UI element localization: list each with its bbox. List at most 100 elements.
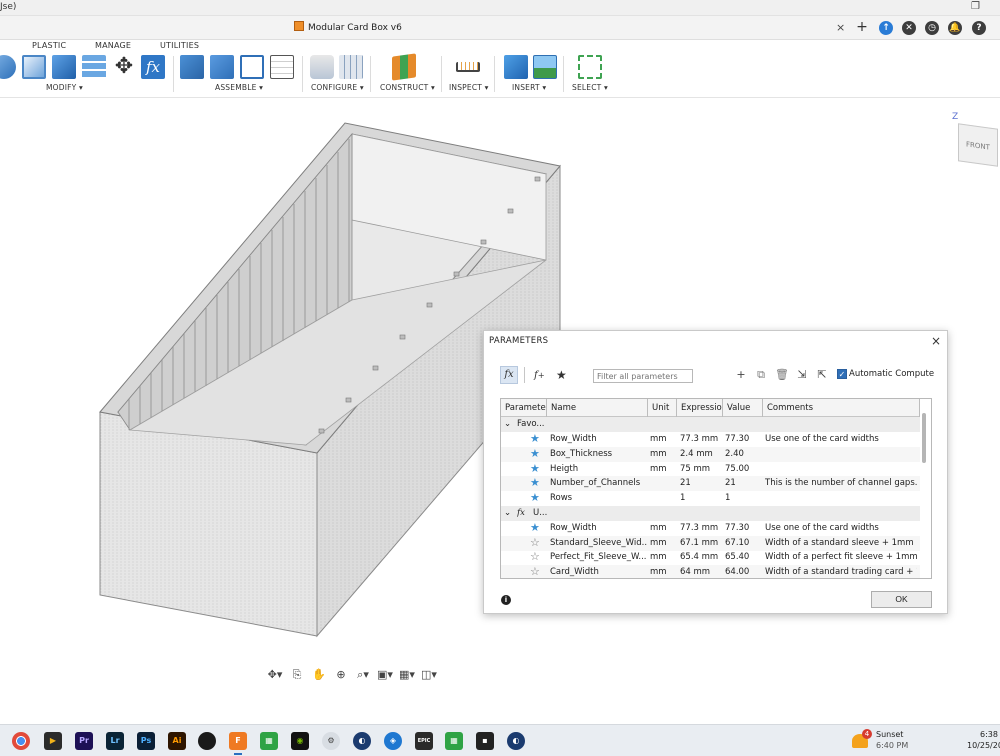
premiere-icon[interactable]: Pr [75,732,93,750]
table-row[interactable]: ★ Row_Width mm 77.3 mm 77.30 Use one of … [501,521,920,536]
param-comment[interactable]: Width of a standard sleeve + 1mm [765,536,917,551]
column-header-parameter[interactable]: Parameter [501,399,547,417]
joint-icon[interactable] [210,55,234,79]
look-at-icon[interactable]: ⎘ [288,668,306,682]
extensions-icon[interactable]: ✕ [902,21,916,35]
table-row[interactable]: ☆ Card_Width mm 64 mm 64.00 Width of a s… [501,565,920,578]
filter-parameters-input[interactable] [593,369,693,383]
param-expression[interactable]: 2.4 mm [680,447,713,462]
configure-menu[interactable]: CONFIGURE ▾ [311,83,364,92]
shell-icon[interactable] [52,55,76,79]
table-row[interactable]: ☆ Standard_Sleeve_Wid... mm 67.1 mm 67.1… [501,536,920,551]
param-expression[interactable]: 75 mm [680,462,710,477]
column-header-value[interactable]: Value [723,399,763,417]
clock-time[interactable]: 6:38 [980,730,998,739]
joint-origin-icon[interactable] [270,55,294,79]
app-green-2-icon[interactable]: ▦ [445,732,463,750]
combine-icon[interactable] [82,55,106,79]
assemble-menu[interactable]: ASSEMBLE ▾ [215,83,263,92]
unfavorite-star-icon[interactable]: ☆ [530,565,540,578]
export-parameters-icon[interactable]: ⇲ [795,366,809,384]
table-row[interactable]: ★ Heigth mm 75 mm 75.00 [501,462,920,477]
photoshop-icon[interactable]: Ps [137,732,155,750]
column-header-comments[interactable]: Comments [763,399,920,417]
chrome-icon[interactable] [12,732,30,750]
copy-parameter-icon[interactable]: ⧉ [754,366,768,384]
column-header-name[interactable]: Name [547,399,648,417]
unfavorite-star-icon[interactable]: ☆ [530,550,540,565]
insert-derive-icon[interactable] [504,55,528,79]
favorite-star-icon[interactable]: ★ [530,476,540,491]
as-built-joint-icon[interactable] [240,55,264,79]
view-cube[interactable]: Z FRONT [948,112,1000,172]
epic-games-icon[interactable]: EPIC [415,732,433,750]
inspect-menu[interactable]: INSPECT ▾ [449,83,489,92]
info-icon[interactable]: i [501,595,511,605]
param-expression[interactable]: 21 [680,476,691,491]
fx-filter-icon[interactable]: fx [500,366,518,384]
group-user-parameters-row[interactable]: ⌄ fx U... [501,506,920,521]
param-expression[interactable]: 64 mm [680,565,710,578]
automatic-compute-checkbox[interactable]: ✓ [837,369,847,379]
group-favorites-row[interactable]: ⌄ Favo... [501,417,920,432]
param-comment[interactable]: Width of a standard trading card + 1... [765,565,917,578]
measure-icon[interactable] [456,62,480,72]
import-parameters-icon[interactable]: ⇱ [815,366,829,384]
modify-menu[interactable]: MODIFY ▾ [46,83,83,92]
plex-icon[interactable]: ▶ [44,732,62,750]
history-icon[interactable]: ◷ [925,21,939,35]
favorite-star-icon[interactable]: ★ [530,491,540,506]
zoom-window-icon[interactable]: ⌕▾ [354,668,372,682]
obs-icon[interactable] [198,732,216,750]
param-comment[interactable]: Use one of the card widths [765,521,917,536]
nvidia-icon[interactable]: ◉ [291,732,309,750]
app-blue-icon[interactable]: ◈ [384,732,402,750]
param-expression[interactable]: 67.1 mm [680,536,718,551]
favorite-star-icon[interactable]: ★ [530,521,540,536]
notifications-icon[interactable]: 🔔 [948,21,962,35]
new-component-icon[interactable] [180,55,204,79]
move-icon[interactable]: ✥ [112,55,136,79]
lightroom-icon[interactable]: Lr [106,732,124,750]
zoom-icon[interactable]: ⊕ [332,668,350,682]
add-user-parameter-icon[interactable]: f+ [534,366,545,385]
fillet-icon[interactable] [22,55,46,79]
param-comment[interactable]: Width of a perfect fit sleeve + 1mm [765,550,917,565]
chevron-down-icon[interactable]: ⌄ [504,417,511,432]
favorite-star-icon[interactable]: ★ [530,432,540,447]
table-row[interactable]: ★ Box_Thickness mm 2.4 mm 2.40 [501,447,920,462]
table-row[interactable]: ★ Rows 1 1 [501,491,920,506]
param-comment[interactable]: This is the number of channel gaps. ... [765,476,917,491]
viewports-icon[interactable]: ◫▾ [420,668,438,682]
construct-menu[interactable]: CONSTRUCT ▾ [380,83,435,92]
favorite-star-icon[interactable]: ★ [530,462,540,477]
favorites-filter-icon[interactable]: ★ [556,366,567,384]
insert-canvas-icon[interactable] [533,55,557,79]
favorite-star-icon[interactable]: ★ [530,447,540,462]
document-tab[interactable]: Modular Card Box v6 [294,21,402,33]
add-parameter-icon[interactable]: + [734,366,748,384]
configuration-table-icon[interactable] [339,55,363,79]
help-icon[interactable]: ? [972,21,986,35]
clock-date[interactable]: 10/25/20 [967,741,1000,750]
settings-gear-icon[interactable]: ⚙ [322,732,340,750]
app-dark-icon[interactable]: ▪ [476,732,494,750]
orbit-icon[interactable]: ✥▾ [266,668,284,682]
offset-plane-icon[interactable] [392,53,416,81]
display-settings-icon[interactable]: ▣▾ [376,668,394,682]
param-expression[interactable]: 65.4 mm [680,550,718,565]
table-row[interactable]: ★ Number_of_Channels 21 21 This is the n… [501,476,920,491]
tab-utilities[interactable]: UTILITIES [160,41,199,50]
fusion-icon[interactable]: F [229,732,247,755]
steam-2-icon[interactable]: ◐ [507,732,525,750]
close-dialog-button[interactable]: × [931,334,941,348]
column-header-expression[interactable]: Expression [677,399,723,417]
select-menu[interactable]: SELECT ▾ [572,83,608,92]
job-status-icon[interactable]: ↑ [879,21,893,35]
press-pull-icon[interactable] [0,55,16,79]
illustrator-icon[interactable]: Ai [168,732,186,750]
param-expression[interactable]: 1 [680,491,685,506]
viewcube-front-face[interactable]: FRONT [958,123,998,167]
steam-icon[interactable]: ◐ [353,732,371,750]
new-tab-button[interactable]: + [854,18,870,36]
